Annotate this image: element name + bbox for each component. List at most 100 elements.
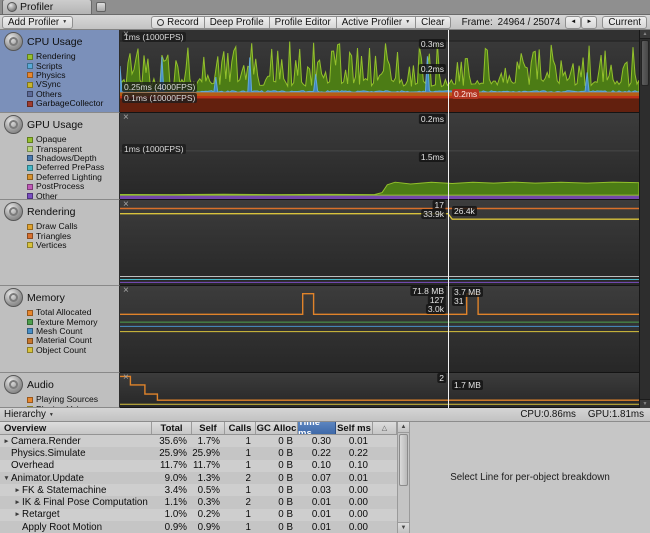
value-badge: 26.4k — [452, 206, 477, 216]
hierarchy-panel: OverviewTotalSelfCallsGC AllocTime msSel… — [0, 422, 650, 533]
module-card-cpu[interactable]: CPU UsageRenderingScriptsPhysicsVSyncOth… — [0, 30, 120, 113]
table-row[interactable]: ►Camera.Render35.6%1.7%10 B0.300.01 — [0, 435, 397, 447]
add-profiler-button[interactable]: Add Profiler ▼ — [2, 16, 73, 29]
legend-swatch — [27, 193, 33, 199]
legend-item-total-allocated[interactable]: Total Allocated — [27, 308, 117, 317]
tab-menu-icon[interactable] — [96, 2, 106, 12]
legend-swatch — [27, 233, 33, 239]
column-header-calls[interactable]: Calls — [225, 422, 256, 434]
column-picker-icon[interactable]: △ — [373, 422, 397, 434]
module-row-audio: AudioPlaying SourcesPlaying Voices×21.7 … — [0, 373, 650, 408]
close-icon[interactable]: × — [123, 113, 129, 123]
legend: Total AllocatedTexture MemoryMesh CountM… — [4, 308, 117, 355]
dropdown-arrow-icon: ▼ — [405, 19, 410, 25]
chart-rendering[interactable]: ×1733.9k26.4k — [120, 200, 639, 286]
chart-audio[interactable]: ×21.7 MB — [120, 373, 639, 408]
legend-item-opaque[interactable]: Opaque — [27, 135, 117, 144]
expander-icon[interactable]: ► — [13, 499, 22, 506]
table-scrollbar[interactable]: ▲ ▼ — [397, 422, 410, 533]
module-card-gpu[interactable]: GPU UsageOpaqueTransparentShadows/DepthD… — [0, 113, 120, 200]
tab-profiler[interactable]: Profiler — [2, 0, 92, 14]
table-row[interactable]: ▼Animator.Update9.0%1.3%20 B0.070.01 — [0, 472, 397, 484]
column-header-self[interactable]: Self — [192, 422, 225, 434]
legend-item-postprocess[interactable]: PostProcess — [27, 182, 117, 191]
legend-item-rendering[interactable]: Rendering — [27, 52, 117, 61]
table-row[interactable]: ►IK & Final Pose Computation1.1%0.3%20 B… — [0, 496, 397, 508]
view-mode-dropdown[interactable]: Hierarchy ▼ — [4, 409, 54, 420]
profile-editor-button[interactable]: Profile Editor — [269, 16, 337, 29]
legend-swatch — [27, 347, 33, 353]
chart-gpu[interactable]: ×1ms (1000FPS)0.2ms1.5ms — [120, 113, 639, 200]
cell-calls: 1 — [225, 485, 256, 496]
cpu-time-stat: CPU:0.86ms — [520, 409, 576, 420]
legend-label: Opaque — [36, 135, 67, 144]
expander-icon[interactable]: ► — [2, 438, 11, 445]
active-profiler-button[interactable]: Active Profiler ▼ — [336, 16, 416, 29]
scroll-up-icon[interactable]: ▲ — [640, 30, 650, 39]
expander-icon[interactable]: ► — [13, 511, 22, 518]
scrollbar-thumb[interactable] — [641, 40, 649, 86]
row-name: Overhead — [11, 460, 54, 471]
table-row[interactable]: ►FK & Statemachine3.4%0.5%10 B0.030.00 — [0, 484, 397, 496]
legend-swatch — [27, 397, 33, 403]
next-frame-button[interactable]: ► — [581, 16, 597, 29]
legend-swatch — [27, 155, 33, 161]
chart-memory[interactable]: ×71.8 MB1273.0k3.7 MB31 — [120, 286, 639, 373]
legend-item-object-count[interactable]: Object Count — [27, 346, 117, 355]
cell-self-ms: 0.01 — [336, 436, 373, 447]
legend-item-playing-sources[interactable]: Playing Sources — [27, 395, 117, 404]
frame-label: Frame: — [462, 17, 493, 28]
column-header-time-ms[interactable]: Time ms — [298, 422, 336, 434]
close-icon[interactable]: × — [123, 286, 129, 296]
table-row[interactable]: ►Retarget1.0%0.2%10 B0.010.00 — [0, 509, 397, 521]
module-card-rendering[interactable]: RenderingDraw CallsTrianglesVertices — [0, 200, 120, 286]
scrollbar-thumb[interactable] — [399, 434, 408, 486]
column-header-gc-alloc[interactable]: GC Alloc — [256, 422, 298, 434]
current-frame-button[interactable]: Current — [602, 16, 647, 29]
frame-time-stats: CPU:0.86ms GPU:1.81ms — [520, 409, 646, 420]
scale-label: 0.25ms (4000FPS) — [122, 82, 197, 92]
column-header-self-ms[interactable]: Self ms — [336, 422, 373, 434]
prev-frame-button[interactable]: ◄ — [565, 16, 581, 29]
table-row[interactable]: Apply Root Motion0.9%0.9%10 B0.010.00 — [0, 521, 397, 533]
column-header-total[interactable]: Total — [152, 422, 192, 434]
legend-item-draw-calls[interactable]: Draw Calls — [27, 222, 117, 231]
cell-time-ms: 0.01 — [298, 522, 336, 533]
close-icon[interactable]: × — [123, 200, 129, 210]
detail-panel: Select Line for per-object breakdown — [410, 422, 650, 533]
scale-label: 0.1ms (10000FPS) — [122, 93, 197, 103]
cell-gc-alloc: 0 B — [256, 473, 298, 484]
column-header-overview[interactable]: Overview — [0, 422, 152, 434]
close-icon[interactable]: × — [123, 30, 129, 40]
record-icon — [157, 19, 164, 26]
expander-icon[interactable]: ► — [13, 487, 22, 494]
cell-total: 35.6% — [152, 436, 192, 447]
expander-icon[interactable]: ▼ — [2, 475, 11, 482]
deep-profile-button[interactable]: Deep Profile — [204, 16, 270, 29]
record-button[interactable]: Record — [151, 16, 205, 29]
module-card-audio[interactable]: AudioPlaying SourcesPlaying Voices — [0, 373, 120, 408]
chart-cpu[interactable]: ×1ms (1000FPS)0.25ms (4000FPS)0.1ms (100… — [120, 30, 639, 113]
scroll-down-icon[interactable]: ▼ — [398, 522, 409, 533]
legend-swatch — [27, 101, 33, 107]
legend-swatch — [27, 328, 33, 334]
scroll-down-icon[interactable]: ▼ — [640, 399, 650, 408]
legend-swatch — [27, 137, 33, 143]
cell-calls: 2 — [225, 497, 256, 508]
close-icon[interactable]: × — [123, 373, 129, 383]
cell-calls: 1 — [225, 522, 256, 533]
table-row[interactable]: Physics.Simulate25.9%25.9%10 B0.220.22 — [0, 447, 397, 459]
legend-item-vertices[interactable]: Vertices — [27, 241, 117, 250]
legend-item-playing-voices[interactable]: Playing Voices — [27, 404, 117, 408]
clear-button[interactable]: Clear — [415, 16, 450, 29]
profiler-icon — [7, 2, 17, 12]
value-badge: 2 — [437, 373, 446, 383]
charts-scrollbar[interactable]: ▲ ▼ — [639, 30, 650, 408]
legend-label: Playing Sources — [36, 395, 98, 404]
module-card-memory[interactable]: MemoryTotal AllocatedTexture MemoryMesh … — [0, 286, 120, 373]
table-row[interactable]: Overhead11.7%11.7%10 B0.100.10 — [0, 460, 397, 472]
legend-item-other[interactable]: Other — [27, 191, 117, 200]
module-row-rendering: RenderingDraw CallsTrianglesVertices×173… — [0, 200, 650, 286]
scroll-up-icon[interactable]: ▲ — [398, 422, 409, 433]
legend-item-garbagecollector[interactable]: GarbageCollector — [27, 99, 117, 108]
